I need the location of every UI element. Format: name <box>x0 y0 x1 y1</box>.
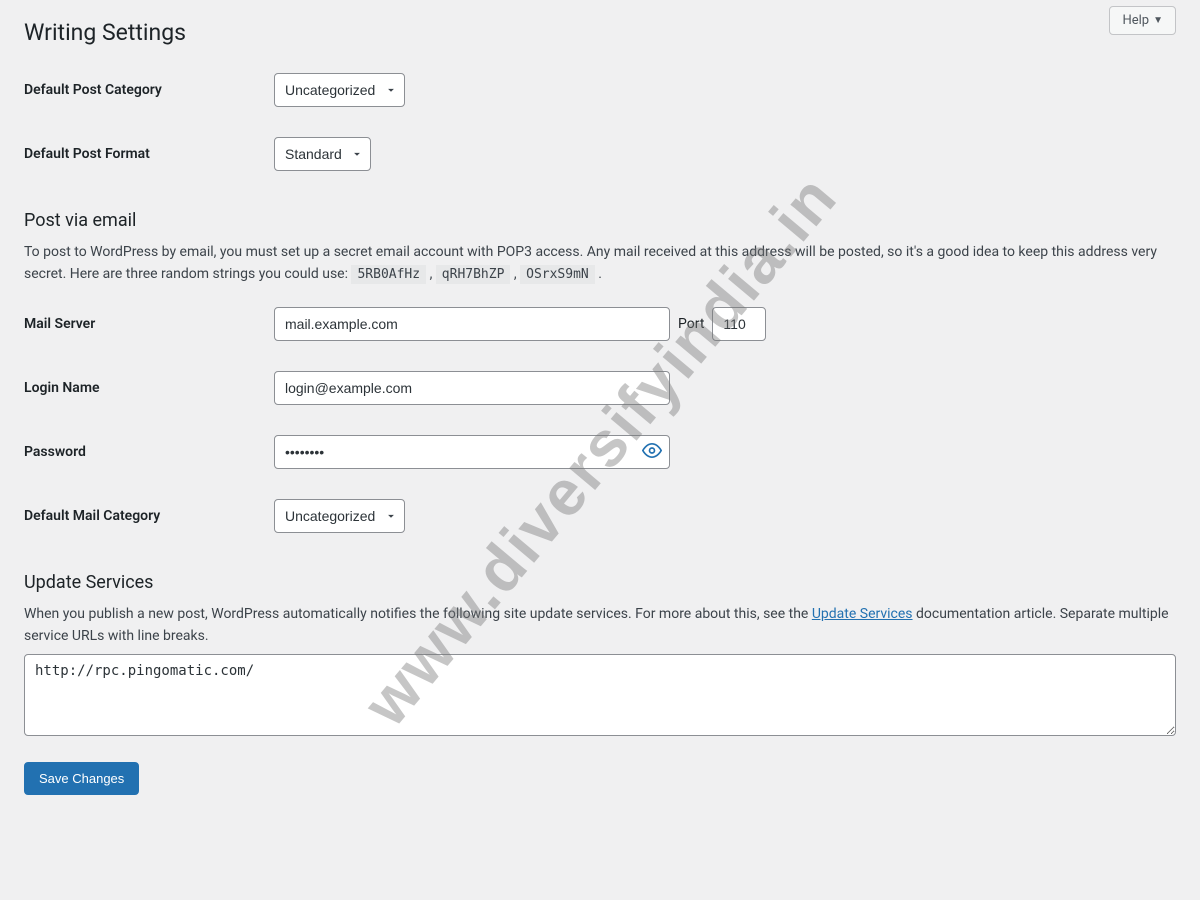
help-tab[interactable]: Help ▼ <box>1109 6 1176 35</box>
update-services-textarea[interactable]: http://rpc.pingomatic.com/ <box>24 654 1176 736</box>
random-string-1: 5RB0AfHz <box>351 265 426 284</box>
help-label: Help <box>1122 13 1149 28</box>
chevron-down-icon: ▼ <box>1153 15 1163 26</box>
login-name-label: Login Name <box>24 356 274 420</box>
update-services-heading: Update Services <box>24 572 1176 593</box>
mail-server-input[interactable] <box>274 307 670 341</box>
login-name-input[interactable] <box>274 371 670 405</box>
update-services-link[interactable]: Update Services <box>812 606 913 622</box>
default-post-format-select[interactable]: Standard <box>274 137 371 171</box>
password-input[interactable] <box>274 435 670 469</box>
default-mail-category-label: Default Mail Category <box>24 484 274 548</box>
update-services-description: When you publish a new post, WordPress a… <box>24 603 1176 648</box>
mail-server-label: Mail Server <box>24 292 274 356</box>
random-string-2: qRH7BhZP <box>436 265 511 284</box>
post-via-email-description: To post to WordPress by email, you must … <box>24 241 1176 286</box>
password-label: Password <box>24 420 274 484</box>
random-string-3: OSrxS9mN <box>520 265 595 284</box>
default-mail-category-select[interactable]: Uncategorized <box>274 499 405 533</box>
default-post-category-select[interactable]: Uncategorized <box>274 73 405 107</box>
show-password-button[interactable] <box>640 439 664 466</box>
eye-icon <box>642 441 662 464</box>
save-changes-button[interactable]: Save Changes <box>24 762 139 795</box>
port-input[interactable] <box>712 307 766 341</box>
page-title: Writing Settings <box>24 0 1176 58</box>
default-post-format-label: Default Post Format <box>24 122 274 186</box>
default-post-category-label: Default Post Category <box>24 58 274 122</box>
post-via-email-heading: Post via email <box>24 210 1176 231</box>
port-label: Port <box>678 316 704 332</box>
